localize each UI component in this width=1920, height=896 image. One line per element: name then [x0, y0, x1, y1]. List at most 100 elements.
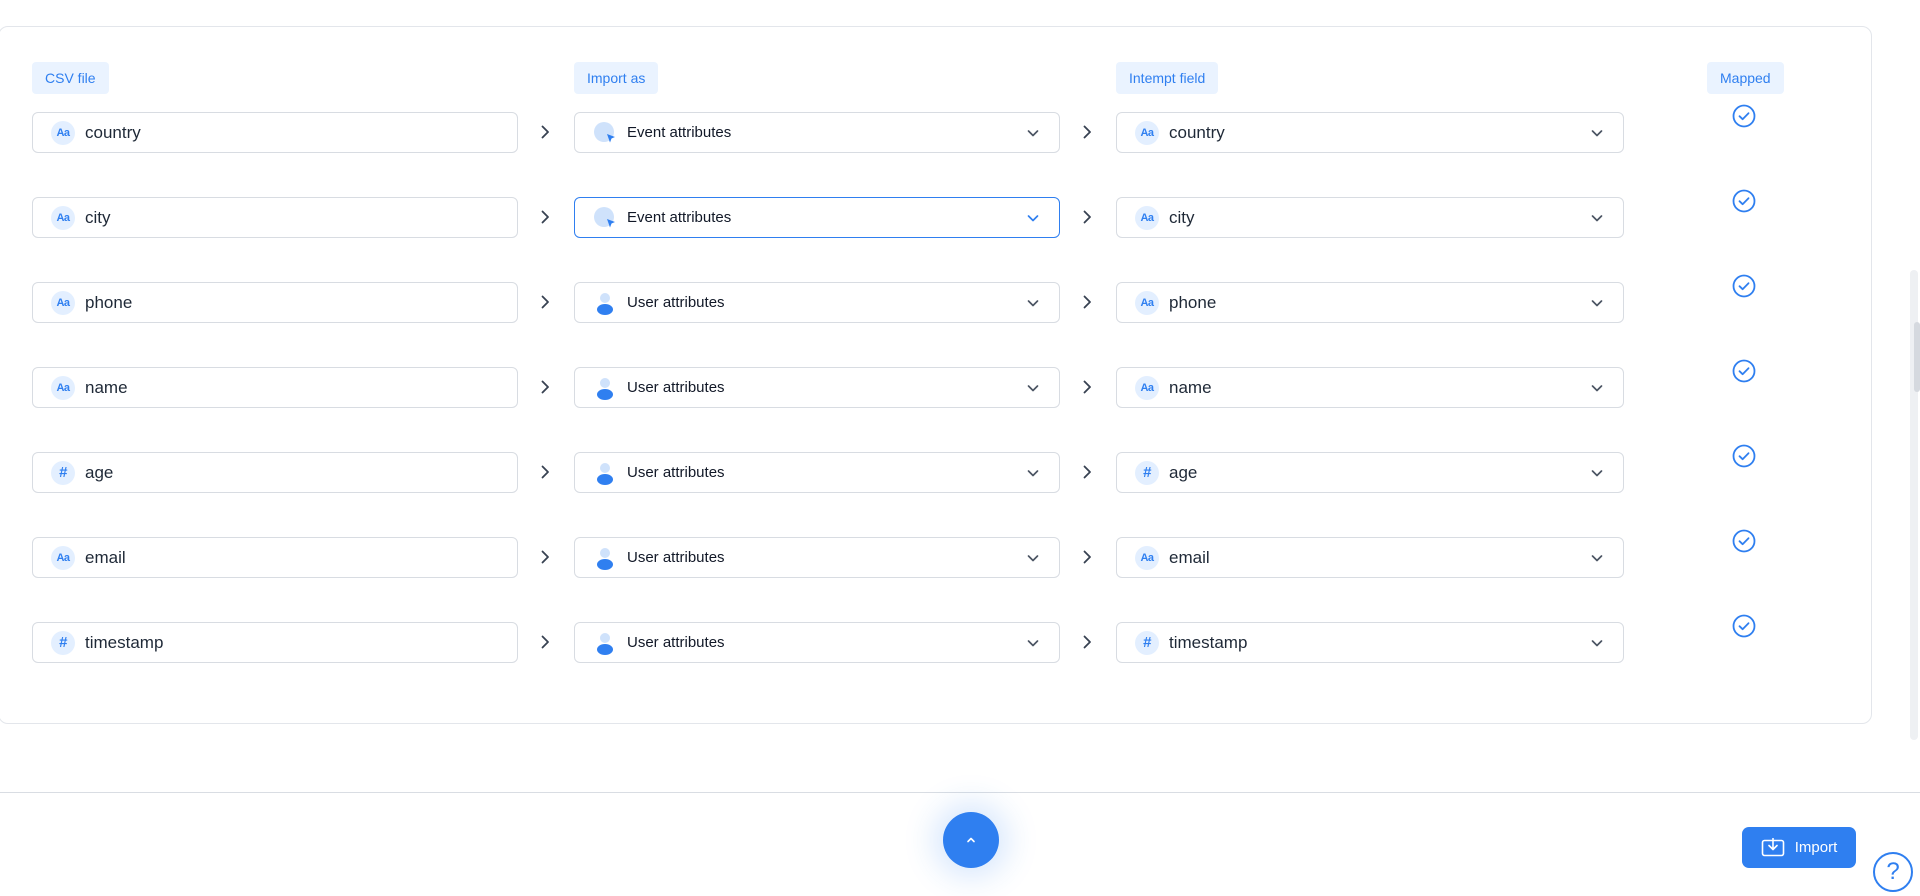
mapped-check-icon	[1732, 189, 1756, 213]
header-csv-file: CSV file	[32, 62, 109, 94]
intempt-field-value: city	[1169, 207, 1195, 227]
csv-field-box: Aa phone	[32, 282, 518, 323]
csv-field-box: # timestamp	[32, 622, 518, 663]
import-as-value: User attributes	[627, 379, 725, 396]
chevron-down-icon	[1591, 385, 1603, 392]
intempt-field-select[interactable]: Aa country	[1116, 112, 1624, 153]
user-icon	[597, 632, 613, 655]
intempt-field-value: country	[1169, 122, 1225, 142]
chevron-down-icon	[1027, 300, 1039, 307]
chevron-down-icon	[1027, 215, 1039, 222]
import-as-select[interactable]: User attributes	[574, 537, 1060, 578]
arrow-right-icon	[1083, 465, 1091, 479]
import-as-select[interactable]: User attributes	[574, 622, 1060, 663]
text-type-icon: Aa	[1135, 290, 1159, 315]
text-type-icon: Aa	[51, 375, 75, 400]
arrow-right-icon	[541, 125, 549, 139]
text-type-icon: Aa	[51, 545, 75, 570]
intempt-field-value: timestamp	[1169, 632, 1248, 652]
import-as-select[interactable]: User attributes	[574, 282, 1060, 323]
csv-field-box: Aa city	[32, 197, 518, 238]
chevron-down-icon	[1591, 640, 1603, 647]
import-as-select[interactable]: User attributes	[574, 367, 1060, 408]
import-button[interactable]: Import	[1742, 827, 1856, 868]
csv-field-box: # age	[32, 452, 518, 493]
chevron-down-icon	[1027, 130, 1039, 137]
csv-field-box: Aa email	[32, 537, 518, 578]
mapping-row: Aa country Event attributes Aa country	[0, 104, 1920, 154]
arrow-right-icon	[1083, 210, 1091, 224]
header-import-as: Import as	[574, 62, 659, 94]
help-icon: ?	[1886, 858, 1900, 885]
csv-field-name: email	[85, 547, 126, 567]
arrow-right-icon	[541, 635, 549, 649]
number-type-icon: #	[1135, 630, 1159, 655]
arrow-right-icon	[541, 295, 549, 309]
intempt-field-select[interactable]: Aa city	[1116, 197, 1624, 238]
scroll-top-button[interactable]	[943, 812, 999, 868]
arrow-right-icon	[541, 550, 549, 564]
mapped-check-icon	[1732, 359, 1756, 383]
chevron-down-icon	[1027, 640, 1039, 647]
user-icon	[597, 462, 613, 485]
chevron-down-icon	[1591, 555, 1603, 562]
footer-divider	[0, 792, 1920, 793]
number-type-icon: #	[1135, 460, 1159, 485]
text-type-icon: Aa	[1135, 205, 1159, 230]
chevron-up-icon	[967, 837, 975, 843]
mapping-row: # age User attributes # age	[0, 444, 1920, 494]
intempt-field-select[interactable]: Aa phone	[1116, 282, 1624, 323]
event-cursor-icon	[594, 206, 615, 227]
text-type-icon: Aa	[1135, 120, 1159, 145]
import-as-select[interactable]: Event attributes	[574, 112, 1060, 153]
import-as-value: User attributes	[627, 294, 725, 311]
user-icon	[597, 377, 613, 400]
event-cursor-icon	[594, 121, 615, 142]
arrow-right-icon	[541, 465, 549, 479]
text-type-icon: Aa	[51, 205, 75, 230]
import-as-select[interactable]: User attributes	[574, 452, 1060, 493]
arrow-right-icon	[541, 380, 549, 394]
mapped-check-icon	[1732, 614, 1756, 638]
mapped-check-icon	[1732, 529, 1756, 553]
csv-field-name: city	[85, 207, 111, 227]
help-button[interactable]: ?	[1873, 852, 1913, 892]
arrow-right-icon	[1083, 635, 1091, 649]
import-as-value: User attributes	[627, 549, 725, 566]
mapping-row: Aa city Event attributes Aa city	[0, 189, 1920, 239]
mapped-check-icon	[1732, 104, 1756, 128]
intempt-field-select[interactable]: Aa name	[1116, 367, 1624, 408]
text-type-icon: Aa	[1135, 375, 1159, 400]
user-icon	[597, 292, 613, 315]
csv-field-name: phone	[85, 292, 133, 312]
chevron-down-icon	[1591, 215, 1603, 222]
chevron-down-icon	[1591, 130, 1603, 137]
mapping-row: Aa name User attributes Aa name	[0, 359, 1920, 409]
import-as-value: User attributes	[627, 634, 725, 651]
intempt-field-value: email	[1169, 547, 1210, 567]
arrow-right-icon	[1083, 550, 1091, 564]
scrollbar-thumb[interactable]	[1914, 322, 1920, 392]
import-as-select[interactable]: Event attributes	[574, 197, 1060, 238]
text-type-icon: Aa	[1135, 545, 1159, 570]
import-icon	[1761, 837, 1785, 856]
arrow-right-icon	[541, 210, 549, 224]
mapping-row: # timestamp User attributes # timestamp	[0, 614, 1920, 664]
intempt-field-value: age	[1169, 462, 1198, 482]
import-as-value: Event attributes	[627, 124, 732, 141]
chevron-down-icon	[1027, 470, 1039, 477]
chevron-down-icon	[1591, 470, 1603, 477]
csv-field-name: age	[85, 462, 114, 482]
csv-field-box: Aa country	[32, 112, 518, 153]
intempt-field-value: phone	[1169, 292, 1217, 312]
chevron-down-icon	[1027, 385, 1039, 392]
csv-field-name: name	[85, 377, 128, 397]
mapping-row: Aa phone User attributes Aa phone	[0, 274, 1920, 324]
chevron-down-icon	[1591, 300, 1603, 307]
mapped-check-icon	[1732, 444, 1756, 468]
number-type-icon: #	[51, 460, 75, 485]
intempt-field-select[interactable]: # age	[1116, 452, 1624, 493]
intempt-field-select[interactable]: Aa email	[1116, 537, 1624, 578]
intempt-field-select[interactable]: # timestamp	[1116, 622, 1624, 663]
text-type-icon: Aa	[51, 120, 75, 145]
